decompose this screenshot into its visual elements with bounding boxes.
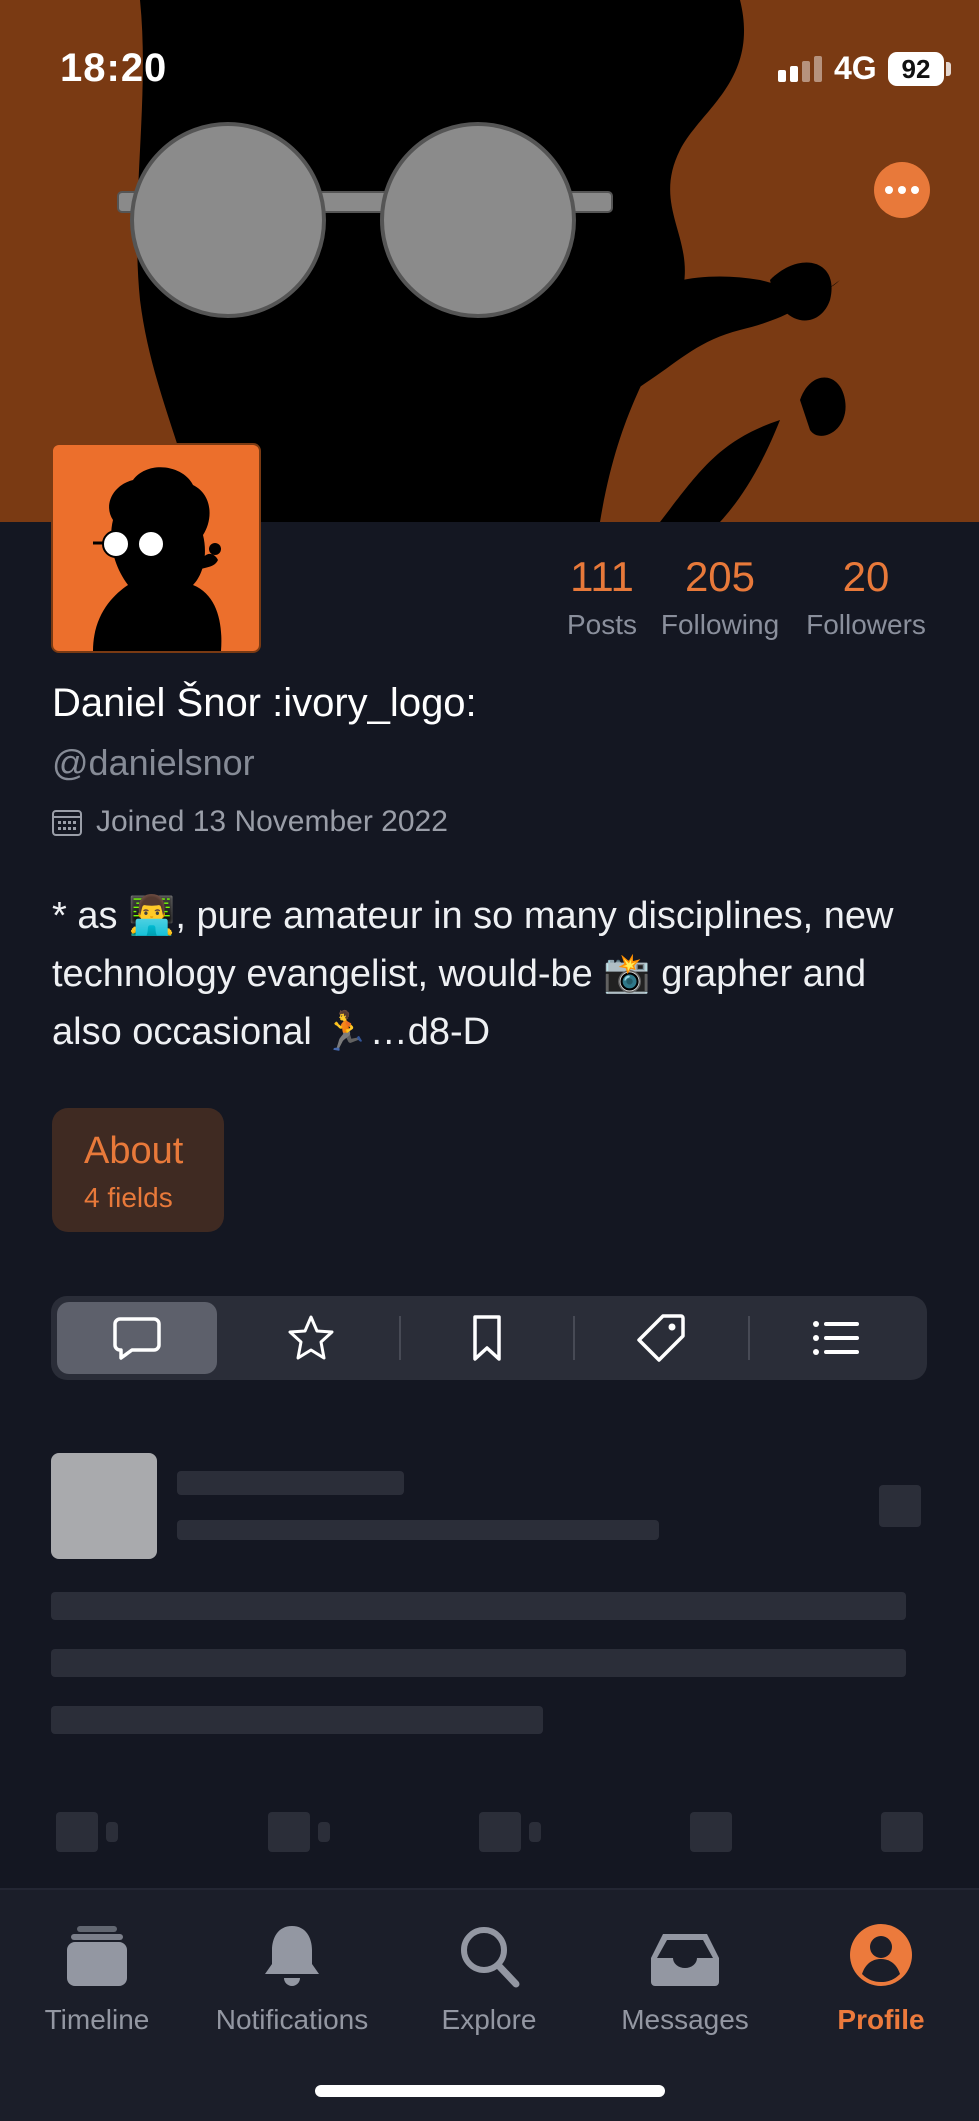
tab-explore[interactable]: Explore — [404, 1918, 574, 2036]
tab-notifications[interactable]: Notifications — [207, 1918, 377, 2036]
calendar-icon — [52, 810, 82, 836]
network-type: 4G — [834, 50, 877, 86]
skeleton-action — [529, 1822, 541, 1842]
stat-following[interactable]: 205 Following — [650, 553, 790, 641]
about-subtitle: 4 fields — [84, 1182, 173, 1213]
skeleton-action — [479, 1812, 521, 1852]
about-fields-button[interactable]: About 4 fields — [52, 1108, 224, 1232]
skeleton-action — [268, 1812, 310, 1852]
bookmark-icon — [473, 1315, 501, 1361]
tab-profile[interactable]: Profile — [796, 1918, 966, 2036]
star-icon — [288, 1315, 334, 1360]
posts-label: Posts — [566, 609, 638, 640]
skeleton-line — [177, 1471, 404, 1495]
skeleton-action — [318, 1822, 330, 1842]
skeleton-line — [51, 1592, 906, 1620]
list-icon — [813, 1321, 859, 1355]
segment-divider — [399, 1316, 401, 1360]
joined-date: Joined 13 November 2022 — [96, 805, 448, 838]
segment-lists[interactable] — [756, 1302, 916, 1374]
more-options-button[interactable] — [874, 162, 930, 218]
profile-icon — [850, 1924, 912, 1986]
following-label: Following — [660, 609, 780, 640]
skeleton-action — [56, 1812, 98, 1852]
tab-messages[interactable]: Messages — [600, 1918, 770, 2036]
following-count: 205 — [684, 553, 756, 600]
posts-count: 111 — [570, 553, 634, 600]
tab-label: Explore — [441, 2004, 537, 2035]
tab-label: Timeline — [44, 2004, 150, 2035]
tab-timeline[interactable]: Timeline — [12, 1918, 182, 2036]
segment-hashtags[interactable] — [581, 1302, 741, 1374]
avatar-illustration — [93, 467, 222, 651]
dot-icon — [885, 186, 893, 194]
segment-divider — [573, 1316, 575, 1360]
timeline-icon — [67, 1926, 127, 1986]
tab-label: Profile — [837, 2004, 925, 2035]
followers-count: 20 — [842, 553, 890, 600]
speech-bubble-icon — [113, 1317, 161, 1360]
dot-icon — [911, 186, 919, 194]
skeleton-action — [881, 1812, 923, 1852]
home-indicator — [315, 2085, 665, 2097]
skeleton-line — [177, 1520, 659, 1540]
skeleton-line — [51, 1649, 906, 1677]
tab-label: Notifications — [215, 2004, 369, 2035]
segment-bookmarks[interactable] — [407, 1302, 567, 1374]
avatar[interactable] — [51, 443, 261, 653]
skeleton-block — [879, 1485, 921, 1527]
battery-tip — [946, 62, 951, 76]
signal-icon — [778, 56, 822, 87]
bio-text: * as 👨‍💻, pure amateur in so many discip… — [52, 895, 894, 1053]
inbox-icon — [651, 1934, 719, 1986]
tab-label: Messages — [621, 2004, 749, 2035]
bell-icon — [265, 1926, 319, 1986]
stat-posts[interactable]: 111 Posts — [562, 553, 642, 641]
segment-posts[interactable] — [57, 1302, 217, 1374]
display-name: Daniel Šnor :ivory_logo: — [52, 681, 477, 725]
segment-favourites[interactable] — [231, 1302, 391, 1374]
battery-indicator: 92 — [888, 52, 944, 86]
profile-content-segments — [51, 1296, 927, 1380]
handle: @danielsnor — [52, 742, 255, 783]
status-time: 18:20 — [60, 46, 168, 90]
stat-followers[interactable]: 20 Followers — [800, 553, 932, 641]
dot-icon — [898, 186, 906, 194]
joined-row: Joined 13 November 2022 — [52, 805, 448, 839]
skeleton-action — [690, 1812, 732, 1852]
skeleton-action — [106, 1822, 118, 1842]
about-title: About — [84, 1130, 184, 1172]
skeleton-line — [51, 1706, 543, 1734]
followers-label: Followers — [806, 609, 926, 640]
search-icon — [461, 1927, 520, 1988]
skeleton-avatar — [51, 1453, 157, 1559]
segment-divider — [748, 1316, 750, 1360]
tag-icon — [637, 1314, 685, 1362]
